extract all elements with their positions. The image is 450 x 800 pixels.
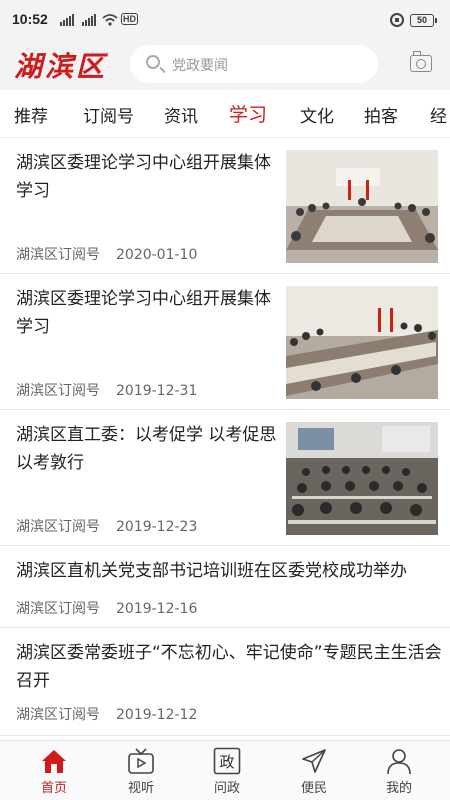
tab-culture[interactable]: 文化 — [300, 102, 334, 127]
send-icon — [302, 749, 326, 773]
nav-services[interactable]: 便民 — [269, 741, 359, 800]
article-date: 2019-12-16 — [116, 601, 198, 617]
nav-home[interactable]: 首页 — [9, 741, 99, 800]
article-source: 湖滨区订阅号 — [16, 247, 100, 263]
article-thumbnail — [286, 286, 438, 399]
article-thumbnail — [286, 150, 438, 263]
article-date: 2019-12-23 — [116, 519, 198, 535]
status-time: 10:52 — [12, 11, 48, 27]
camera-icon[interactable] — [410, 51, 432, 72]
article-title: 湖滨区委理论学习中心组开展集体学习 — [16, 153, 271, 201]
article-thumbnail — [286, 422, 438, 535]
article-title: 湖滨区委常委班子“不忘初心、牢记使命”专题民主生活会召开 — [16, 643, 442, 691]
tab-recommend[interactable]: 推荐 — [14, 102, 48, 127]
article-date: 2020-01-10 — [116, 247, 198, 263]
article-source: 湖滨区订阅号 — [16, 601, 100, 617]
nav-mine[interactable]: 我的 — [354, 741, 444, 800]
article-item[interactable]: 湖滨区直机关党支部书记培训班在区委党校成功举办 湖滨区订阅号 2019-12-16 — [0, 546, 450, 628]
article-item[interactable]: 湖滨区委理论学习中心组开展集体学习 湖滨区订阅号 2020-01-10 — [0, 138, 450, 274]
zheng-icon-text: 政 — [219, 753, 234, 771]
article-source: 湖滨区订阅号 — [16, 707, 100, 723]
article-source: 湖滨区订阅号 — [16, 383, 100, 399]
bottom-nav: 首页 视听 政 问政 便民 我的 — [0, 740, 450, 800]
tab-economy[interactable]: 经 — [430, 102, 447, 127]
status-bar: 10:52 HD 50 — [0, 0, 450, 40]
search-icon — [146, 55, 160, 69]
article-source: 湖滨区订阅号 — [16, 519, 100, 535]
tab-photographer[interactable]: 拍客 — [364, 102, 398, 127]
nav-video[interactable]: 视听 — [96, 741, 186, 800]
article-title: 湖滨区委理论学习中心组开展集体学习 — [16, 289, 271, 337]
article-date: 2019-12-31 — [116, 383, 198, 399]
nav-label: 我的 — [385, 781, 412, 796]
article-meta: 湖滨区订阅号 2019-12-31 — [16, 380, 197, 400]
tab-subscriptions[interactable]: 订阅号 — [83, 102, 134, 127]
article-meta: 湖滨区订阅号 2019-12-23 — [16, 516, 197, 536]
search-placeholder: 党政要闻 — [172, 58, 228, 74]
tv-icon — [128, 748, 154, 774]
nav-label: 首页 — [40, 781, 67, 796]
signal-icon — [60, 14, 74, 26]
article-meta: 湖滨区订阅号 2019-12-16 — [16, 598, 197, 618]
article-title: 湖滨区直机关党支部书记培训班在区委党校成功举办 — [16, 561, 407, 581]
home-icon — [42, 750, 66, 773]
signal-icon-2 — [82, 14, 96, 26]
nav-label: 问政 — [213, 781, 240, 796]
nav-politics[interactable]: 政 问政 — [182, 741, 272, 800]
battery-icon: 50 — [410, 14, 437, 27]
hd-icon: HD — [121, 13, 138, 25]
article-meta: 湖滨区订阅号 2019-12-12 — [16, 704, 197, 724]
tab-news[interactable]: 资讯 — [164, 102, 198, 127]
tab-study[interactable]: 学习 — [229, 100, 267, 127]
wifi-icon — [102, 14, 118, 26]
app-logo: 湖滨区 — [14, 50, 108, 83]
category-tabs: 推荐 订阅号 资讯 学习 文化 拍客 经 — [0, 90, 450, 138]
nav-label: 便民 — [300, 781, 327, 796]
user-icon — [387, 749, 411, 775]
nav-label: 视听 — [127, 781, 154, 796]
rotation-lock-icon — [390, 13, 404, 27]
article-date: 2019-12-12 — [116, 707, 198, 723]
app-header: 湖滨区 党政要闻 — [0, 40, 450, 90]
article-item[interactable]: 湖滨区委常委班子“不忘初心、牢记使命”专题民主生活会召开 湖滨区订阅号 2019-… — [0, 628, 450, 736]
article-meta: 湖滨区订阅号 2020-01-10 — [16, 244, 197, 264]
search-bar[interactable]: 党政要闻 — [130, 45, 378, 83]
article-item[interactable]: 湖滨区委理论学习中心组开展集体学习 湖滨区订阅号 2019-12-31 — [0, 274, 450, 410]
zheng-icon: 政 — [213, 747, 241, 775]
article-item[interactable]: 湖滨区直工委：以考促学 以考促思 以考敦行 湖滨区订阅号 2019-12-23 — [0, 410, 450, 546]
article-title: 湖滨区直工委：以考促学 以考促思 以考敦行 — [16, 425, 277, 473]
